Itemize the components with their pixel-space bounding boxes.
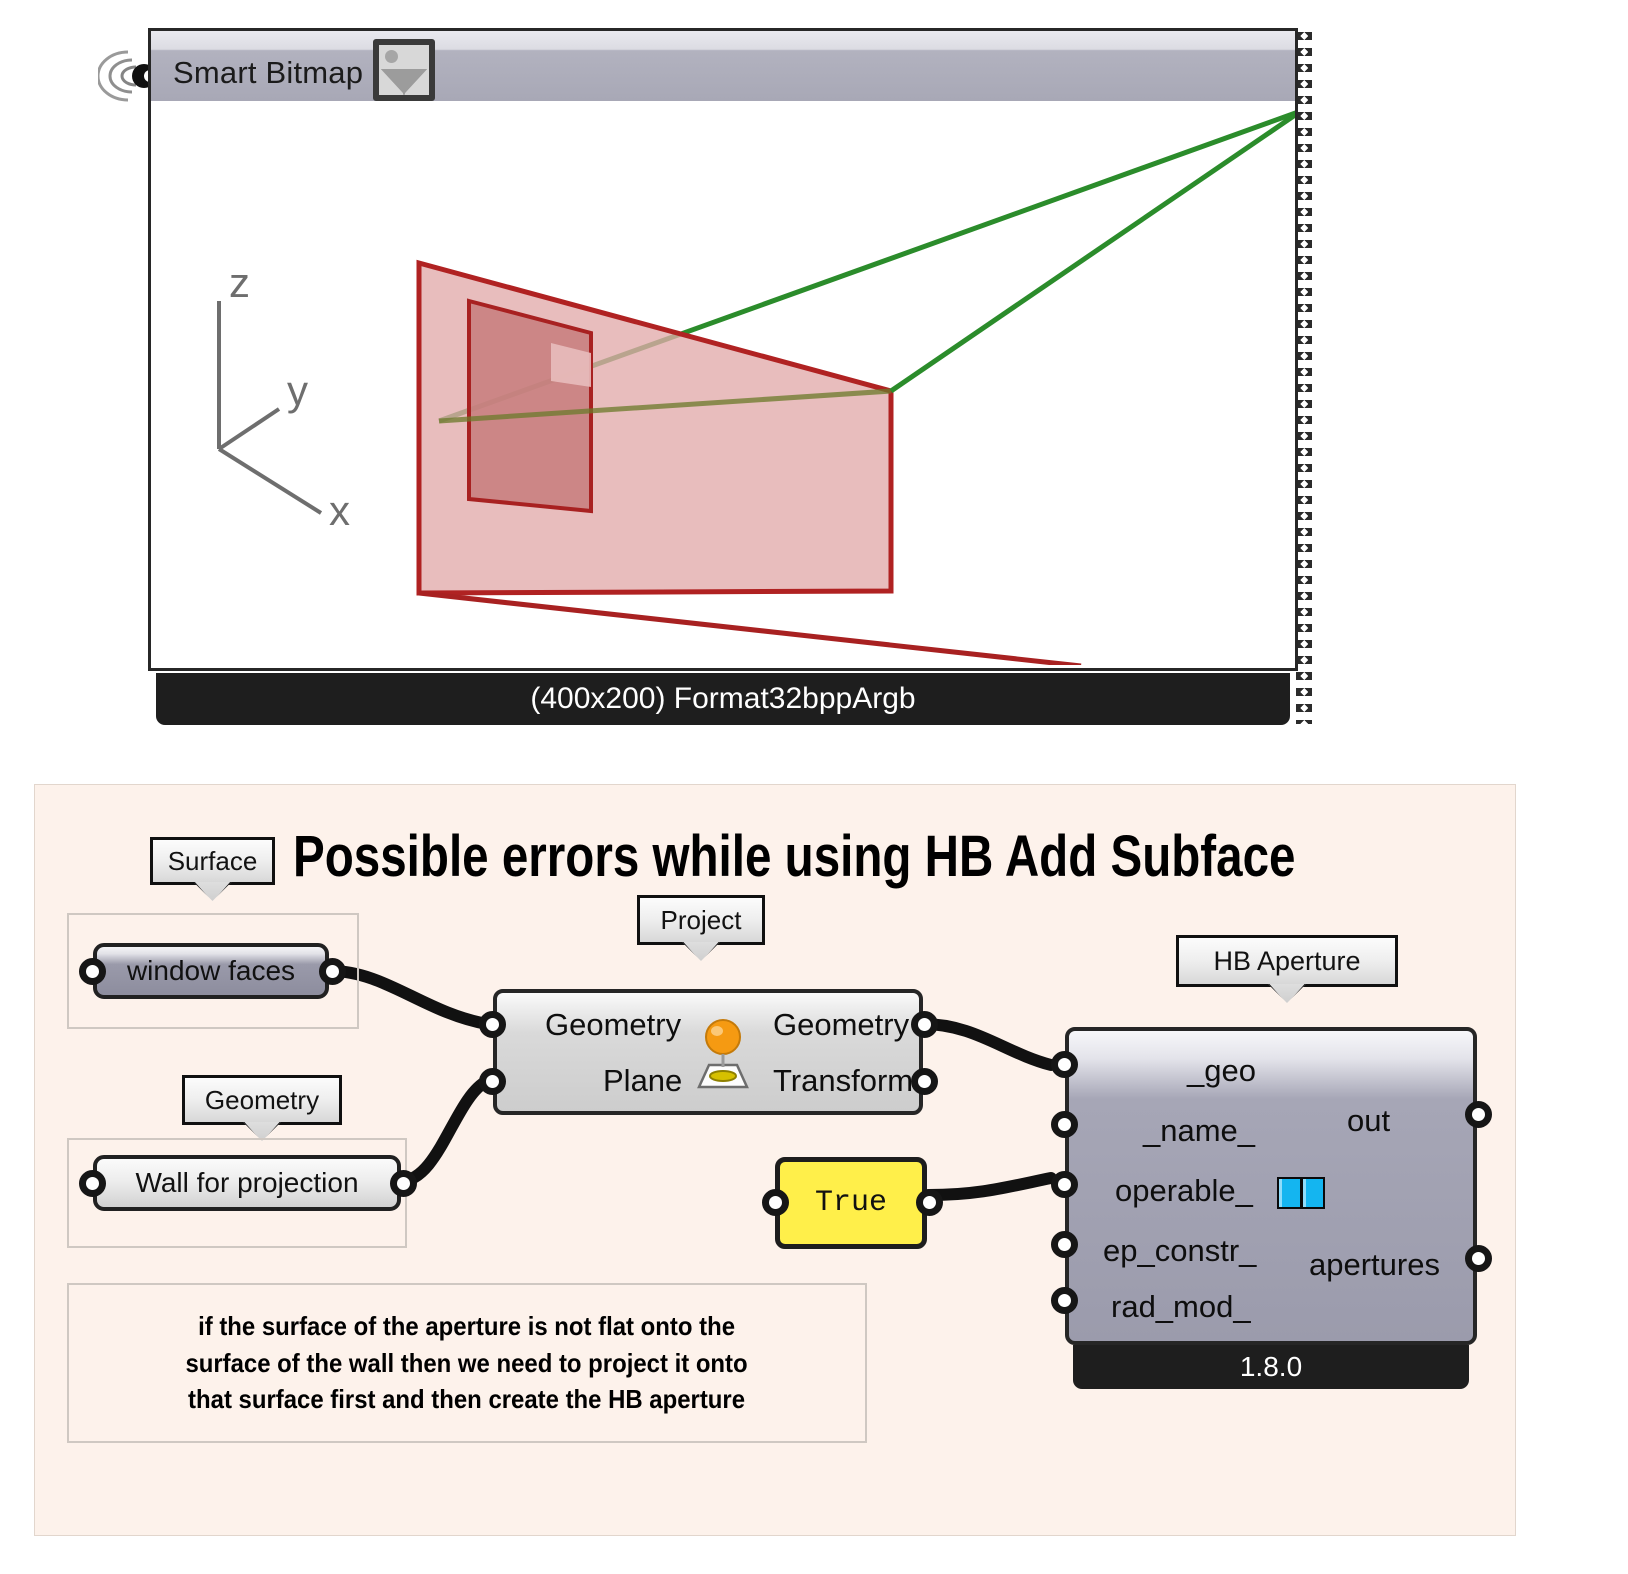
hb-aperture-input-ep-constr-label: ep_constr_: [1103, 1233, 1257, 1268]
hb-aperture-input-name-port[interactable]: [1051, 1111, 1078, 1138]
operable-window-icon: [1277, 1177, 1325, 1209]
tag-beak: [1268, 984, 1306, 1003]
hb-aperture-input-geo-label: _geo: [1187, 1053, 1256, 1088]
hb-aperture-input-ep-constr-port[interactable]: [1051, 1231, 1078, 1258]
note-line-3: that surface first and then create the H…: [188, 1384, 746, 1415]
hb-aperture-input-rad-mod-port[interactable]: [1051, 1287, 1078, 1314]
grasshopper-group-panel: Possible errors while using HB Add Subfa…: [34, 784, 1516, 1536]
tag-geometry-label: Geometry: [204, 1084, 320, 1115]
param-window-faces-input-port[interactable]: [79, 958, 106, 985]
svg-text:z: z: [229, 259, 250, 306]
param-window-faces-label: window faces: [126, 955, 296, 986]
note-box: if the surface of the aperture is not fl…: [67, 1283, 867, 1443]
hb-aperture-input-name-label: _name_: [1143, 1113, 1256, 1148]
hb-aperture-input-geo-port[interactable]: [1051, 1051, 1078, 1078]
bitmap-status-bar: (400x200) Format32bppArgb: [156, 673, 1290, 725]
tag-hb-aperture: HB Aperture: [1176, 935, 1398, 1003]
hb-aperture-version-bar: 1.8.0: [1073, 1345, 1469, 1389]
tag-project-label: Project: [660, 904, 742, 935]
viewport-3d-scene: z y x: [217, 110, 1295, 668]
tag-beak: [682, 942, 720, 961]
hb-aperture-output-out-label: out: [1347, 1103, 1391, 1138]
note-text: if the surface of the aperture is not fl…: [186, 1308, 748, 1419]
param-wall-for-projection[interactable]: Wall for projection: [93, 1155, 401, 1211]
project-output-transform-label: Transform: [773, 1063, 914, 1098]
project-input-geometry-port[interactable]: [479, 1011, 506, 1038]
note-line-2: surface of the wall then we need to proj…: [185, 1347, 749, 1378]
hb-aperture-input-operable-label: operable_: [1115, 1173, 1253, 1208]
torn-edge-decoration: [1296, 32, 1312, 724]
param-window-faces[interactable]: window faces: [93, 943, 329, 999]
bitmap-canvas: z y x: [148, 101, 1298, 671]
group-title: Possible errors while using HB Add Subfa…: [293, 824, 1296, 889]
tag-beak: [193, 882, 232, 901]
project-input-plane-label: Plane: [603, 1063, 683, 1098]
tag-geometry: Geometry: [182, 1075, 342, 1141]
tag-surface: Surface: [150, 837, 275, 901]
project-output-geometry-port[interactable]: [911, 1011, 938, 1038]
bitmap-titlebar[interactable]: Smart Bitmap: [148, 28, 1298, 101]
project-output-transform-port[interactable]: [911, 1068, 938, 1095]
boolean-panel-true[interactable]: True: [775, 1157, 927, 1249]
param-wall-for-projection-input-port[interactable]: [79, 1170, 106, 1197]
hb-aperture-input-operable-port[interactable]: [1051, 1171, 1078, 1198]
image-icon: [373, 39, 435, 101]
param-wall-for-projection-output-port[interactable]: [390, 1170, 417, 1197]
boolean-panel-value: True: [814, 1186, 887, 1220]
hb-aperture-input-rad-mod-label: rad_mod_: [1111, 1289, 1251, 1324]
project-icon: [697, 1019, 749, 1089]
project-output-geometry-label: Geometry: [773, 1007, 910, 1042]
svg-text:y: y: [287, 367, 308, 414]
wireless-icon: [98, 50, 152, 102]
component-project[interactable]: Geometry Plane Geometry Transform: [493, 989, 923, 1115]
tag-surface-label: Surface: [167, 845, 258, 876]
tag-hb-aperture-label: HB Aperture: [1213, 945, 1361, 976]
boolean-panel-output-port[interactable]: [916, 1189, 943, 1216]
project-input-geometry-label: Geometry: [545, 1007, 682, 1042]
svg-text:x: x: [329, 487, 350, 534]
bitmap-title: Smart Bitmap: [173, 55, 364, 90]
component-hb-aperture[interactable]: _geo _name_ operable_ ep_constr_ rad_mod…: [1065, 1027, 1477, 1345]
param-wall-for-projection-label: Wall for projection: [135, 1167, 359, 1198]
hb-aperture-output-apertures-port[interactable]: [1465, 1245, 1492, 1272]
project-input-plane-port[interactable]: [479, 1068, 506, 1095]
tag-project: Project: [637, 895, 765, 961]
smart-bitmap-viewer: Smart Bitmap z y x (400x200) Format32bpp…: [98, 28, 1312, 733]
hb-aperture-output-out-port[interactable]: [1465, 1101, 1492, 1128]
param-window-faces-output-port[interactable]: [319, 958, 346, 985]
note-line-1: if the surface of the aperture is not fl…: [198, 1310, 736, 1341]
hb-aperture-output-apertures-label: apertures: [1309, 1247, 1440, 1282]
boolean-panel-input-port[interactable]: [762, 1189, 789, 1216]
